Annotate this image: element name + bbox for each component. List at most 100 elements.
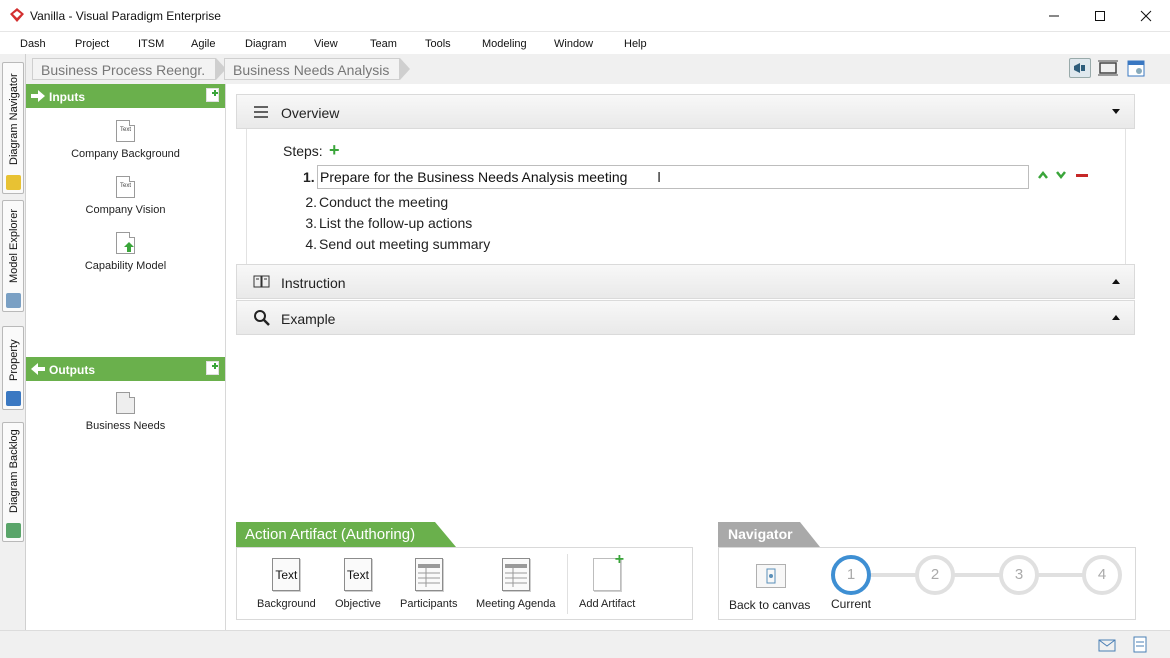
action-artifact-panel: Text Background Text Objective Participa…	[236, 547, 693, 620]
overview-header[interactable]: Overview	[236, 94, 1135, 129]
title-bar: Vanilla - Visual Paradigm Enterprise	[0, 0, 1170, 32]
add-artifact-icon: +	[593, 551, 624, 591]
side-tab-strip: Diagram Navigator Model Explorer Propert…	[0, 54, 26, 632]
menu-team[interactable]: Team	[370, 38, 397, 50]
navigator-step-1[interactable]: 1	[831, 555, 871, 595]
move-up-icon[interactable]	[1037, 169, 1049, 181]
current-label: Current	[831, 597, 872, 611]
navigator-step-4[interactable]: 4	[1082, 555, 1122, 595]
add-output-button[interactable]	[206, 361, 219, 375]
steps-label: Steps:	[283, 143, 323, 159]
artifact-label: Participants	[400, 598, 458, 610]
menu-dash[interactable]: Dash	[20, 38, 46, 50]
artifact-label: Business Needs	[85, 420, 166, 432]
table-document-icon	[414, 558, 443, 591]
menu-help[interactable]: Help	[624, 38, 647, 50]
menu-agile[interactable]: Agile	[191, 38, 215, 50]
outputs-header: Outputs	[26, 357, 225, 381]
navigator-title: Navigator	[728, 526, 793, 542]
fit-diagram-icon[interactable]	[1097, 58, 1119, 78]
add-artifact-button[interactable]: + Add Artifact	[579, 551, 636, 610]
input-company-vision[interactable]: Text Company Vision	[26, 176, 225, 216]
menu-bar: Dash Project ITSM Agile Diagram View Tea…	[0, 34, 1170, 54]
breadcrumb-item-2[interactable]: Business Needs Analysis	[224, 58, 400, 80]
tab-diagram-navigator[interactable]: Diagram Navigator	[2, 62, 24, 194]
back-to-canvas-icon[interactable]	[756, 564, 786, 588]
tab-model-explorer[interactable]: Model Explorer	[2, 200, 24, 312]
example-header[interactable]: Example	[236, 300, 1135, 335]
tab-property[interactable]: Property	[2, 326, 24, 410]
add-document-icon	[212, 90, 218, 96]
list-item[interactable]: 2. Conduct the meeting	[303, 194, 448, 210]
input-company-background[interactable]: Text Company Background	[26, 120, 225, 160]
tab-label: Property	[8, 339, 20, 381]
step-1-input[interactable]	[317, 165, 1029, 189]
back-to-canvas-label[interactable]: Back to canvas	[729, 598, 810, 612]
action-artifact-title: Action Artifact (Authoring)	[245, 526, 416, 543]
instruction-title: Instruction	[281, 275, 346, 291]
add-document-icon	[212, 363, 218, 369]
menu-view[interactable]: View	[314, 38, 338, 50]
collapse-icon	[1112, 109, 1120, 114]
status-bar	[0, 630, 1170, 658]
diagram-backlog-icon	[6, 523, 21, 538]
megaphone-icon[interactable]	[1069, 58, 1091, 78]
tab-diagram-backlog[interactable]: Diagram Backlog	[2, 422, 24, 542]
navigator-step-3[interactable]: 3	[999, 555, 1039, 595]
step-number: 2.	[305, 194, 317, 210]
navigator-step-2[interactable]: 2	[915, 555, 955, 595]
step-number: 3.	[305, 215, 317, 231]
move-down-icon[interactable]	[1055, 169, 1067, 181]
step-number: 4.	[305, 236, 317, 252]
artifact-meeting-agenda[interactable]: Meeting Agenda	[476, 558, 556, 610]
expand-icon	[1112, 315, 1120, 320]
mail-icon[interactable]	[1098, 639, 1116, 652]
text-document-icon: Text	[116, 120, 135, 142]
artifact-label: Meeting Agenda	[476, 598, 556, 610]
visual-paradigm-logo-icon	[10, 8, 24, 22]
outputs-title: Outputs	[49, 363, 95, 377]
list-item[interactable]: 3. List the follow-up actions	[303, 215, 472, 231]
artifact-background[interactable]: Text Background	[257, 558, 316, 610]
menu-project[interactable]: Project	[75, 38, 109, 50]
add-step-icon[interactable]: +	[329, 141, 340, 159]
tab-label: Diagram Backlog	[8, 429, 20, 513]
instruction-header[interactable]: Instruction	[236, 264, 1135, 299]
menu-modeling[interactable]: Modeling	[482, 38, 527, 50]
close-button[interactable]	[1123, 0, 1169, 32]
artifact-participants[interactable]: Participants	[400, 558, 457, 610]
breadcrumb-separator	[400, 58, 410, 80]
divider	[567, 554, 568, 614]
minimize-icon	[1049, 15, 1059, 17]
list-icon	[254, 106, 268, 118]
arrow-right-icon	[31, 90, 45, 102]
document-icon	[116, 392, 135, 414]
list-item[interactable]: 4. Send out meeting summary	[303, 236, 490, 252]
property-icon	[6, 391, 21, 406]
artifact-label: Add Artifact	[579, 598, 636, 610]
minimize-button[interactable]	[1031, 0, 1077, 32]
input-capability-model[interactable]: Capability Model	[26, 232, 225, 272]
note-icon[interactable]	[1132, 636, 1148, 654]
inputs-header: Inputs	[26, 84, 225, 108]
add-input-button[interactable]	[206, 88, 219, 102]
artifact-objective[interactable]: Text Objective	[335, 558, 381, 610]
table-document-icon	[501, 558, 530, 591]
menu-diagram[interactable]: Diagram	[245, 38, 287, 50]
breadcrumb: Business Process Reengr. Business Needs …	[26, 54, 1170, 84]
model-explorer-icon	[6, 293, 21, 308]
menu-itsm[interactable]: ITSM	[138, 38, 164, 50]
window-title: Vanilla - Visual Paradigm Enterprise	[30, 9, 221, 23]
menu-tools[interactable]: Tools	[425, 38, 451, 50]
arrow-left-icon	[31, 363, 45, 375]
navigator-connector	[866, 573, 1104, 577]
diagram-properties-icon[interactable]	[1125, 58, 1147, 78]
overview-body: Steps: + 1. I 2.Conduct the meeting 3.Li…	[246, 129, 1126, 264]
output-business-needs[interactable]: Business Needs	[26, 392, 225, 432]
menu-window[interactable]: Window	[554, 38, 593, 50]
breadcrumb-item-1[interactable]: Business Process Reengr.	[32, 58, 216, 80]
step-text: Conduct the meeting	[319, 194, 449, 210]
maximize-icon	[1095, 11, 1105, 21]
maximize-button[interactable]	[1077, 0, 1123, 32]
remove-step-icon[interactable]	[1075, 169, 1089, 181]
